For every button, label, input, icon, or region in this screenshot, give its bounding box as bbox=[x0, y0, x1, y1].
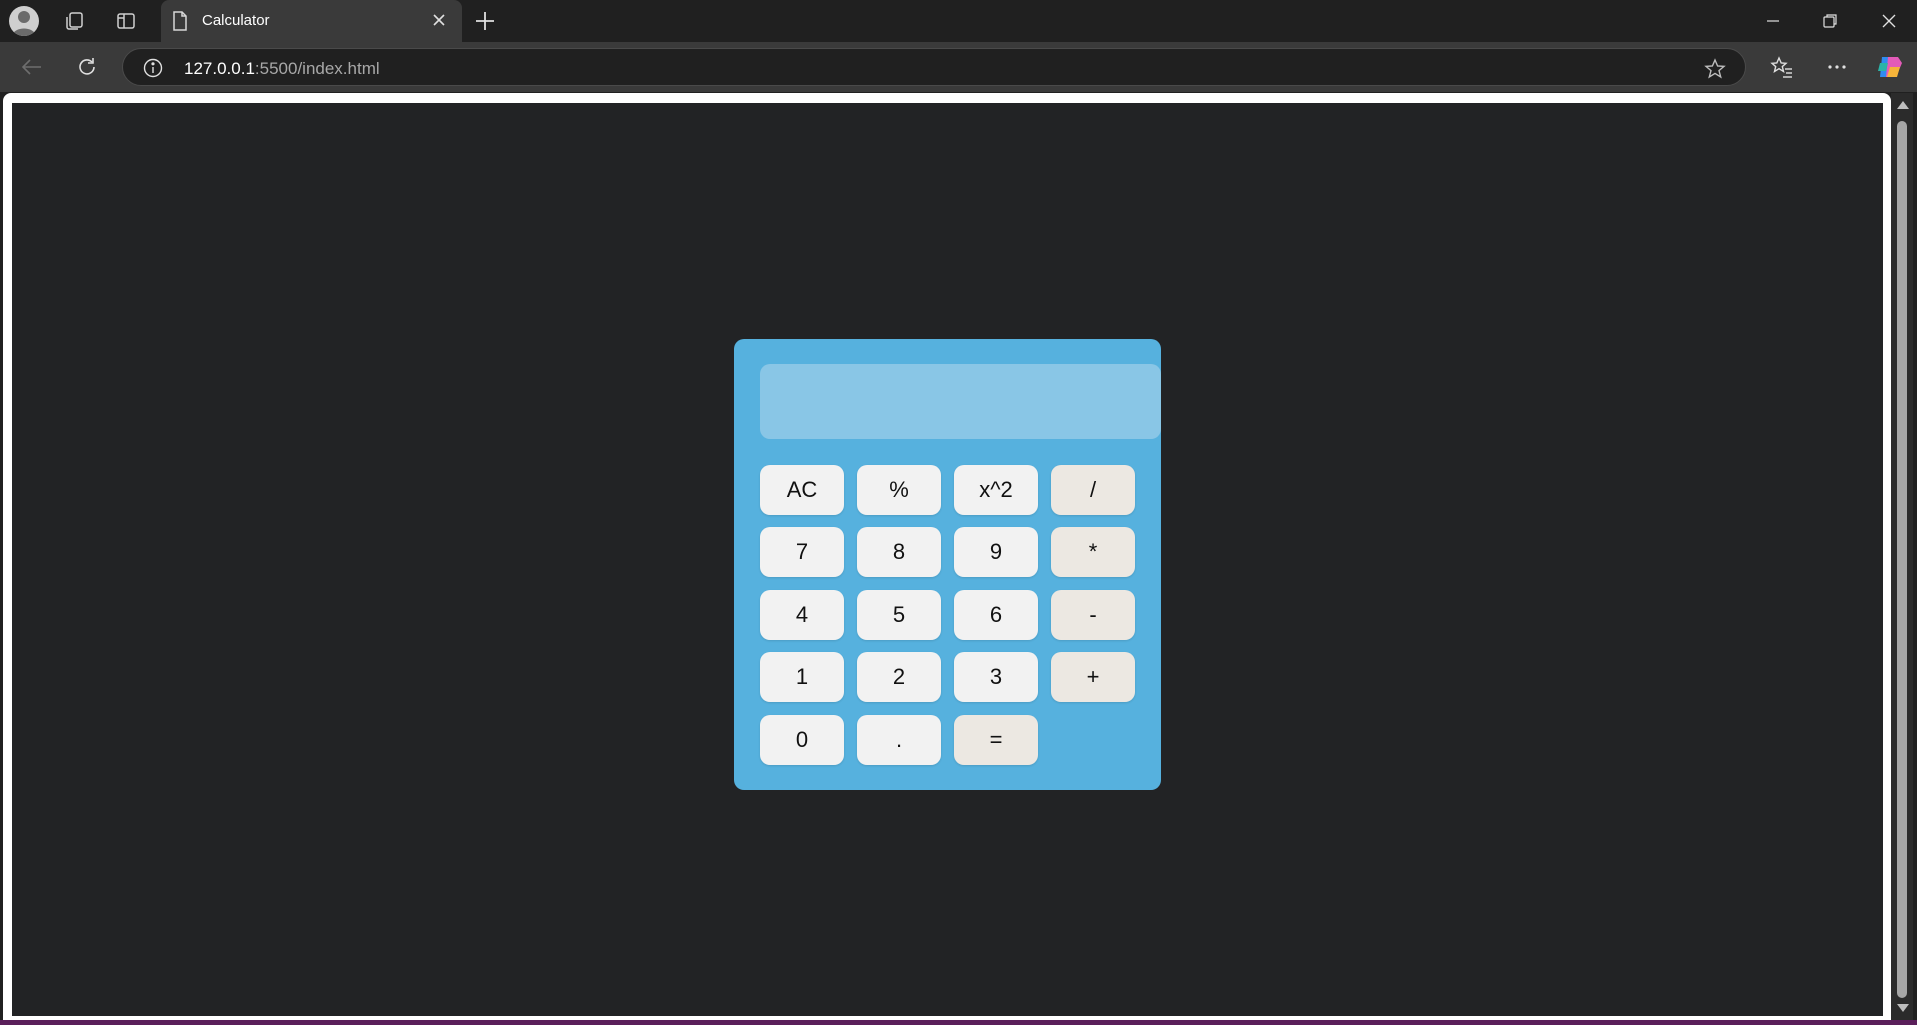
tab-title: Calculator bbox=[202, 12, 270, 29]
star-icon[interactable] bbox=[1704, 58, 1726, 85]
workspaces-icon[interactable] bbox=[55, 6, 93, 36]
minimize-icon bbox=[1767, 20, 1779, 22]
equals-button[interactable]: = bbox=[954, 715, 1038, 765]
clear-button[interactable]: AC bbox=[760, 465, 844, 515]
digit-3-button[interactable]: 3 bbox=[954, 652, 1038, 702]
digit-2-button[interactable]: 2 bbox=[857, 652, 941, 702]
close-window-icon bbox=[1882, 14, 1896, 28]
favorites-button[interactable] bbox=[1765, 51, 1799, 83]
url-text[interactable]: 127.0.0.1:5500/index.html bbox=[184, 59, 380, 79]
calculator: AC % x^2 / 7 8 9 * 4 5 6 - 1 2 3 + 0 . = bbox=[734, 339, 1161, 790]
digit-4-button[interactable]: 4 bbox=[760, 590, 844, 640]
scroll-down-arrow-icon[interactable] bbox=[1897, 1004, 1909, 1012]
page-icon bbox=[172, 11, 188, 36]
back-arrow-icon bbox=[21, 59, 41, 75]
profile-avatar-icon[interactable] bbox=[9, 6, 39, 36]
minimize-button[interactable] bbox=[1750, 8, 1796, 34]
browser-toolbar: 127.0.0.1:5500/index.html bbox=[0, 42, 1917, 92]
copilot-icon bbox=[1878, 57, 1902, 77]
divide-button[interactable]: / bbox=[1051, 465, 1135, 515]
restore-icon bbox=[1823, 14, 1837, 28]
minus-button[interactable]: - bbox=[1051, 590, 1135, 640]
calculator-display[interactable] bbox=[760, 364, 1161, 439]
back-button[interactable] bbox=[15, 51, 49, 83]
digit-9-button[interactable]: 9 bbox=[954, 527, 1038, 577]
refresh-icon bbox=[79, 58, 95, 75]
digit-6-button[interactable]: 6 bbox=[954, 590, 1038, 640]
square-button[interactable]: x^2 bbox=[954, 465, 1038, 515]
vertical-tabs-icon[interactable] bbox=[107, 6, 145, 36]
scroll-up-arrow-icon[interactable] bbox=[1897, 101, 1909, 109]
refresh-button[interactable] bbox=[70, 51, 104, 83]
taskbar-edge bbox=[0, 1020, 1917, 1025]
percent-button[interactable]: % bbox=[857, 465, 941, 515]
digit-1-button[interactable]: 1 bbox=[760, 652, 844, 702]
site-info-icon[interactable] bbox=[143, 58, 163, 83]
plus-button[interactable]: + bbox=[1051, 652, 1135, 702]
digit-0-button[interactable]: 0 bbox=[760, 715, 844, 765]
plus-icon bbox=[476, 12, 494, 30]
close-icon[interactable] bbox=[431, 12, 447, 33]
url-path: :5500/index.html bbox=[254, 59, 380, 78]
digit-7-button[interactable]: 7 bbox=[760, 527, 844, 577]
url-host: 127.0.0.1 bbox=[184, 59, 255, 78]
browser-title-bar: Calculator bbox=[0, 0, 1917, 42]
decimal-button[interactable]: . bbox=[857, 715, 941, 765]
tab-calculator[interactable]: Calculator bbox=[161, 0, 462, 42]
multiply-button[interactable]: * bbox=[1051, 527, 1135, 577]
copilot-button[interactable] bbox=[1873, 51, 1907, 83]
more-button[interactable] bbox=[1820, 51, 1854, 83]
close-window-button[interactable] bbox=[1866, 8, 1912, 34]
digit-5-button[interactable]: 5 bbox=[857, 590, 941, 640]
scrollbar[interactable] bbox=[1891, 93, 1913, 1020]
more-icon bbox=[1828, 65, 1846, 69]
scroll-thumb[interactable] bbox=[1897, 121, 1907, 998]
favorites-icon bbox=[1770, 56, 1792, 78]
address-bar[interactable]: 127.0.0.1:5500/index.html bbox=[122, 48, 1746, 86]
digit-8-button[interactable]: 8 bbox=[857, 527, 941, 577]
new-tab-button[interactable] bbox=[473, 9, 497, 38]
restore-button[interactable] bbox=[1807, 8, 1853, 34]
